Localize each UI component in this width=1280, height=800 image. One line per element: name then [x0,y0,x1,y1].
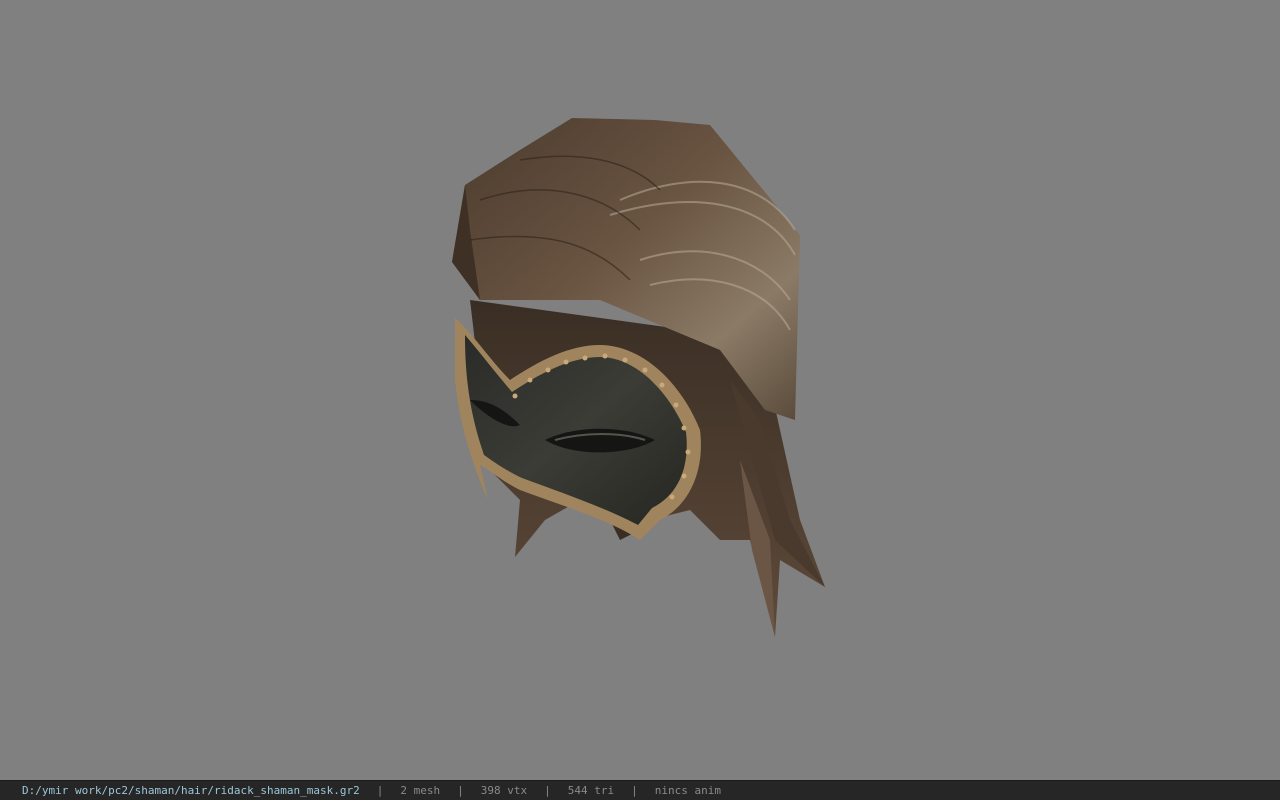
status-bar: D:/ymir work/pc2/shaman/hair/ridack_sham… [0,780,1280,800]
status-separator: | [457,784,464,797]
status-separator: | [544,784,551,797]
animation-status: nincs anim [654,784,721,797]
vertex-count: 398 vtx [480,784,528,797]
mesh-count: 2 mesh [400,784,441,797]
model-path: D:/ymir work/pc2/shaman/hair/ridack_sham… [22,784,360,797]
3d-viewport[interactable] [0,0,1280,780]
status-separator: | [376,784,384,797]
triangle-count: 544 tri [567,784,615,797]
hair-mask-model [452,118,825,637]
status-separator: | [631,784,638,797]
